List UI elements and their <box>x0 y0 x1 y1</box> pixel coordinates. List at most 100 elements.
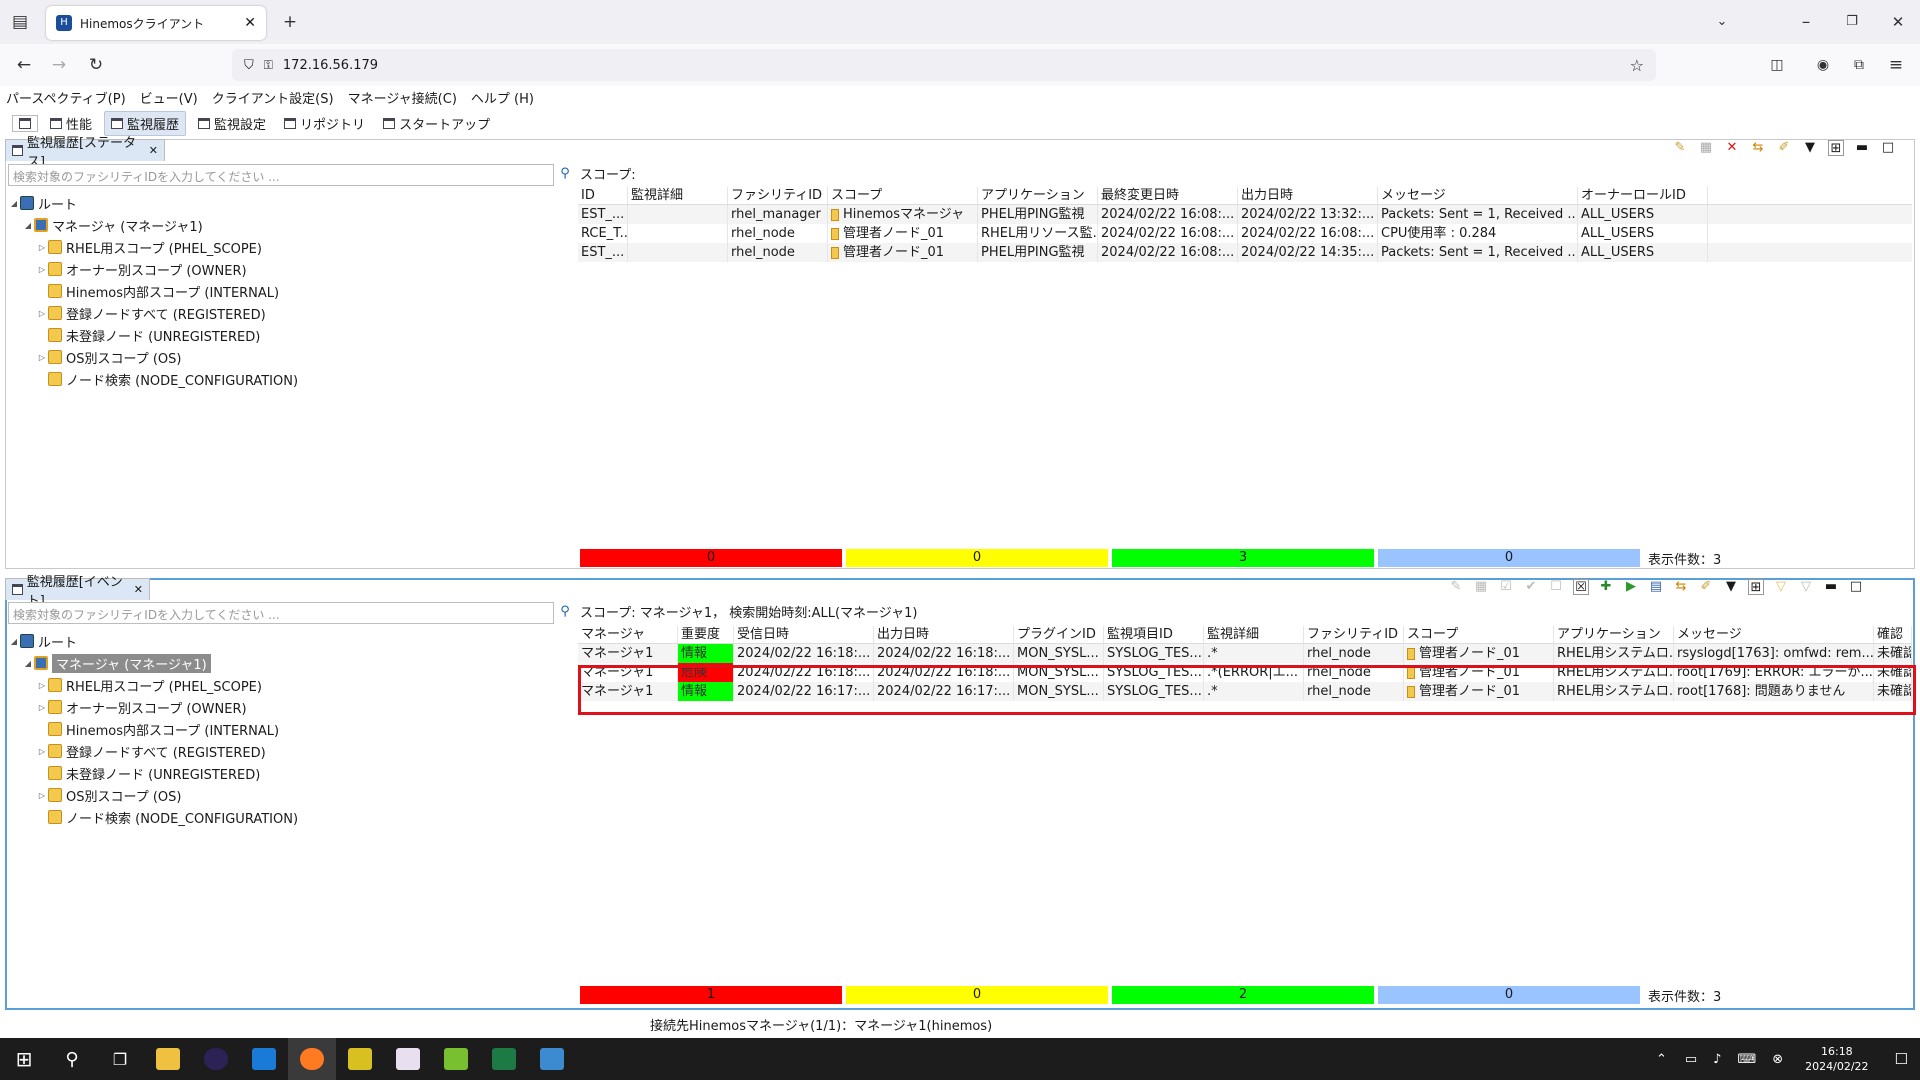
tree-node[interactable]: 未登録ノード (UNREGISTERED) <box>8 324 554 346</box>
table-row[interactable]: EST_... rhel_node 管理者ノード_01 PHEL用PING監視 2024… <box>578 243 1912 262</box>
browser-tab[interactable]: H Hinemosクライアント ✕ <box>46 6 266 40</box>
status-search-input[interactable]: 検索対象のファシリティIDを入力してください ... <box>8 164 554 186</box>
open-perspective-button[interactable] <box>12 114 38 132</box>
event-search-input[interactable]: 検索対象のファシリティIDを入力してください ... <box>8 602 554 624</box>
table-row[interactable]: EST_... rhel_manager Hinemosマネージャ PHEL用PING… <box>578 205 1912 224</box>
extensions-icon[interactable]: ⧉ <box>1845 51 1873 79</box>
column-header[interactable]: 最終変更日時 <box>1098 187 1238 204</box>
tree-node[interactable]: ▷ 登録ノードすべて (REGISTERED) <box>8 740 554 762</box>
collapsed-arrow-icon[interactable]: ▷ <box>36 309 48 318</box>
play-icon[interactable]: ▶ <box>1623 579 1639 595</box>
expanded-arrow-icon[interactable]: ◢ <box>22 221 34 230</box>
collapsed-arrow-icon[interactable]: ▷ <box>36 681 48 690</box>
search-button[interactable]: ⚲ <box>48 1038 96 1080</box>
column-header[interactable]: ID <box>578 187 628 204</box>
account-icon[interactable]: ◉ <box>1809 51 1837 79</box>
expanded-arrow-icon[interactable]: ◢ <box>8 637 20 646</box>
reload-icon[interactable]: ↻ <box>82 51 110 79</box>
filter-off-icon[interactable]: ▽ <box>1798 579 1814 595</box>
scope-tree-toggle-icon[interactable]: ⊞ <box>1828 140 1844 156</box>
start-button[interactable]: ⊞ <box>0 1038 48 1080</box>
filter-icon[interactable]: ▼ <box>1723 579 1739 595</box>
minimize-view-icon[interactable]: ▬ <box>1823 579 1839 595</box>
column-header[interactable]: 出力日時 <box>1238 187 1378 204</box>
maximize-view-icon[interactable]: □ <box>1880 140 1896 156</box>
collapsed-arrow-icon[interactable]: ▷ <box>36 265 48 274</box>
tree-node[interactable]: Hinemos内部スコープ (INTERNAL) <box>8 280 554 302</box>
refresh-icon[interactable]: ⇆ <box>1750 140 1766 156</box>
refresh-icon[interactable]: ⇆ <box>1673 579 1689 595</box>
tree-node[interactable]: Hinemos内部スコープ (INTERNAL) <box>8 718 554 740</box>
task-view-button[interactable]: ❐ <box>96 1038 144 1080</box>
search-icon[interactable]: ⚲ <box>557 166 573 182</box>
vscode-app[interactable] <box>240 1038 288 1080</box>
perspective-repository[interactable]: リポジトリ <box>278 112 371 135</box>
column-header[interactable]: オーナーロールID <box>1578 187 1708 204</box>
url-bar[interactable]: ⛉ ⚿ 172.16.56.179 ☆ <box>232 49 1656 81</box>
teraterm-app[interactable] <box>336 1038 384 1080</box>
pocket-icon[interactable]: ◫ <box>1763 51 1791 79</box>
column-header[interactable]: メッセージ <box>1674 626 1874 643</box>
minimize-view-icon[interactable]: ▬ <box>1854 140 1870 156</box>
collapsed-arrow-icon[interactable]: ▷ <box>36 703 48 712</box>
tree-node[interactable]: ◢ マネージャ (マネージャ1) <box>8 214 554 236</box>
close-window-icon[interactable]: ✕ <box>1884 8 1912 36</box>
notification-icon[interactable]: ☐ <box>1895 1050 1908 1068</box>
eclipse-app[interactable] <box>192 1038 240 1080</box>
tree-node[interactable]: ▷ オーナー別スコープ (OWNER) <box>8 258 554 280</box>
filter-clear-icon[interactable]: ▽ <box>1773 579 1789 595</box>
column-header[interactable]: ファシリティID <box>728 187 828 204</box>
firefox-app[interactable] <box>288 1038 336 1080</box>
expanded-arrow-icon[interactable]: ◢ <box>8 199 20 208</box>
tree-node[interactable]: ◢ ルート <box>8 630 554 652</box>
columns-icon[interactable]: ▦ <box>1473 579 1489 595</box>
column-header[interactable]: 監視詳細 <box>1204 626 1304 643</box>
collapsed-arrow-icon[interactable]: ▷ <box>36 747 48 756</box>
filter-icon[interactable]: ▼ <box>1802 140 1818 156</box>
multi-check-icon[interactable]: ☒ <box>1573 579 1589 595</box>
bookmark-star-icon[interactable]: ☆ <box>1630 56 1644 75</box>
menu-client-settings[interactable]: クライアント設定(S) <box>212 88 334 107</box>
forward-icon[interactable]: → <box>45 51 73 79</box>
edit-icon[interactable]: ✎ <box>1672 140 1688 156</box>
scope-tree-toggle-icon[interactable]: ⊞ <box>1748 579 1764 595</box>
system-clock[interactable]: 16:18 2024/02/22 <box>1805 1044 1868 1074</box>
status-view-tab[interactable]: 監視履歴[ステータス] ✕ <box>5 136 165 170</box>
menu-help[interactable]: ヘルプ (H) <box>471 88 534 107</box>
menu-perspective[interactable]: パースペクティブ(P) <box>6 88 126 107</box>
tree-node[interactable]: ノード検索 (NODE_CONFIGURATION) <box>8 368 554 390</box>
close-view-icon[interactable]: ✕ <box>149 144 158 157</box>
column-header[interactable]: 出力日時 <box>874 626 1014 643</box>
column-header[interactable]: 重要度 <box>678 626 734 643</box>
ime-icon[interactable]: ⊗ <box>1772 1052 1783 1067</box>
column-header[interactable]: メッセージ <box>1378 187 1578 204</box>
column-header[interactable]: 受信日時 <box>734 626 874 643</box>
column-header[interactable]: アプリケーション <box>1554 626 1674 643</box>
tree-node[interactable]: ノード検索 (NODE_CONFIGURATION) <box>8 806 554 828</box>
tab-list-icon[interactable]: ▤ <box>6 8 34 36</box>
pin-icon[interactable]: ✐ <box>1776 140 1792 156</box>
confirm-all-icon[interactable]: ✔ <box>1523 579 1539 595</box>
collapsed-arrow-icon[interactable]: ▷ <box>36 353 48 362</box>
column-header[interactable]: スコープ <box>828 187 978 204</box>
tab-overflow-chevron-icon[interactable]: ⌄ <box>1708 8 1736 36</box>
search-icon[interactable]: ⚲ <box>557 604 573 620</box>
event-view-tab[interactable]: 監視履歴[イベント] ✕ <box>5 575 150 609</box>
menu-view[interactable]: ビュー(V) <box>140 88 198 107</box>
column-header[interactable]: スコープ <box>1404 626 1554 643</box>
tree-node[interactable]: ▷ RHEL用スコープ (PHEL_SCOPE) <box>8 674 554 696</box>
tree-node[interactable]: ▷ OS別スコープ (OS) <box>8 346 554 368</box>
restore-icon[interactable]: ❐ <box>1838 8 1866 36</box>
tree-node[interactable]: ▷ オーナー別スコープ (OWNER) <box>8 696 554 718</box>
winscp-app[interactable] <box>528 1038 576 1080</box>
excel-app[interactable] <box>480 1038 528 1080</box>
column-header[interactable]: プラグインID <box>1014 626 1104 643</box>
perspective-monitor-settings[interactable]: 監視設定 <box>192 112 272 135</box>
add-note-icon[interactable]: ✚ <box>1598 579 1614 595</box>
new-tab-icon[interactable]: + <box>276 8 304 36</box>
explorer-app[interactable] <box>144 1038 192 1080</box>
back-icon[interactable]: ← <box>10 51 38 79</box>
pin-icon[interactable]: ✐ <box>1698 579 1714 595</box>
table-row[interactable]: マネージャ1 情報 2024/02/22 16:18:... 2024/02/22 1… <box>578 644 1912 663</box>
columns-icon[interactable]: ▦ <box>1698 140 1714 156</box>
